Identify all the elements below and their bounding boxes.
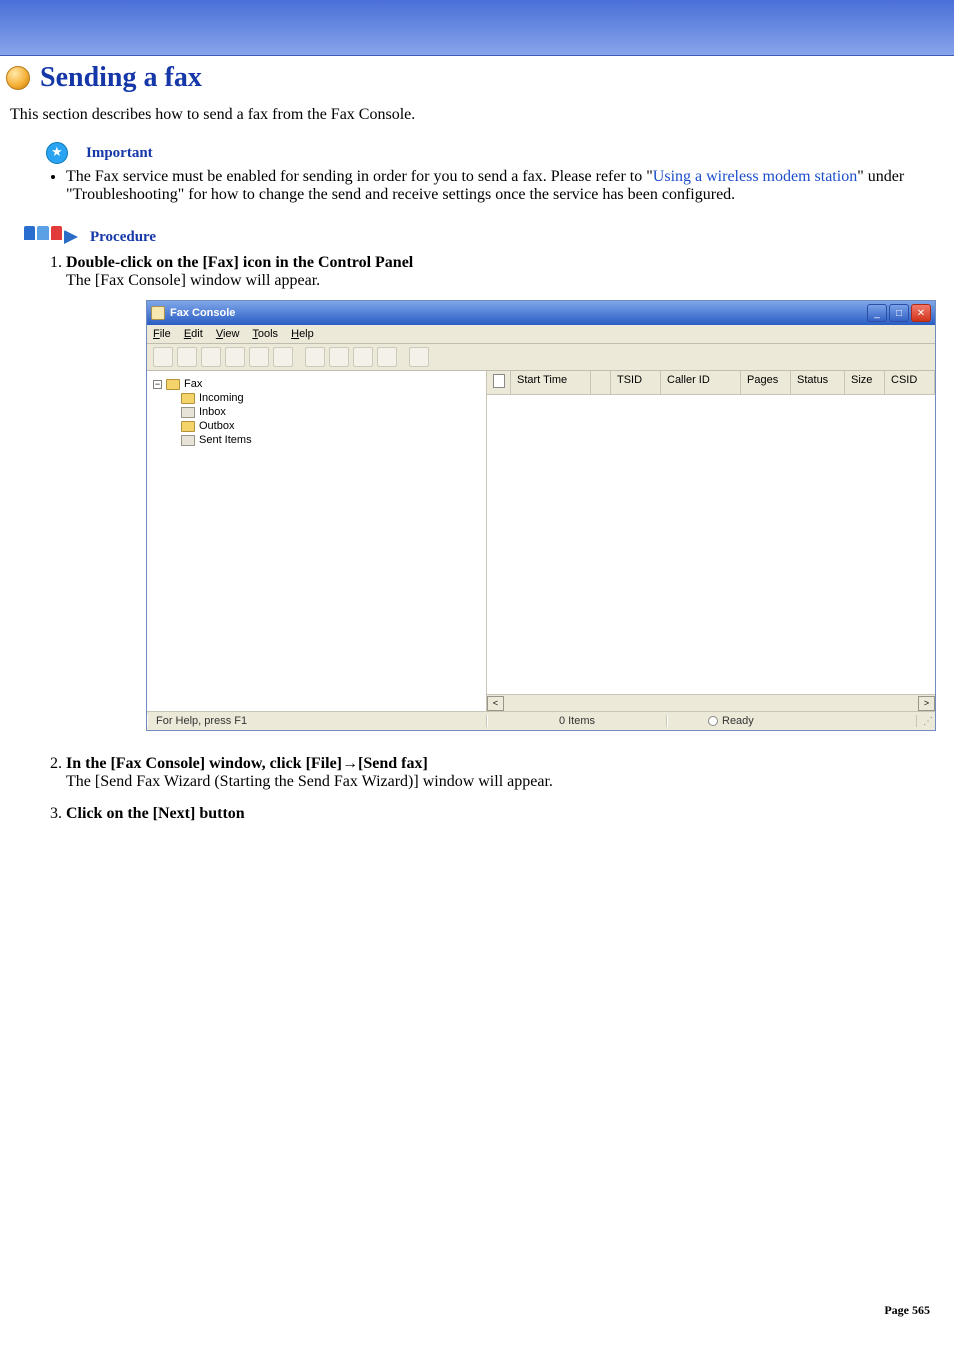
status-help: For Help, press F1 — [147, 715, 487, 727]
tree-inbox-label: Inbox — [199, 406, 226, 418]
folder-icon — [181, 393, 195, 404]
toolbar-btn-10[interactable] — [377, 347, 397, 367]
menu-edit[interactable]: Edit — [184, 328, 203, 340]
menu-file[interactable]: FFileile — [153, 328, 171, 340]
important-icon — [46, 142, 68, 164]
step-2-title: In the [Fax Console] window, click [File… — [66, 755, 428, 772]
page-footer: Page 565 — [10, 1303, 944, 1328]
folder-icon — [181, 421, 195, 432]
step-3-title: Click on the [Next] button — [66, 805, 245, 822]
app-icon — [151, 306, 165, 320]
list-pane: Start Time TSID Caller ID Pages Status S… — [487, 371, 935, 711]
section-bullet-icon — [6, 66, 30, 90]
toolbar-btn-6[interactable] — [273, 347, 293, 367]
status-items: 0 Items — [487, 715, 667, 727]
tree-root-label: Fax — [184, 378, 202, 390]
procedure-icon — [24, 226, 80, 248]
status-ready-label: Ready — [722, 715, 754, 727]
col-size[interactable]: Size — [845, 371, 885, 394]
tree-outbox-label: Outbox — [199, 420, 234, 432]
toolbar-btn-3[interactable] — [201, 347, 221, 367]
step-1-desc: The [Fax Console] window will appear. — [66, 272, 320, 289]
step-2: In the [Fax Console] window, click [File… — [66, 755, 944, 791]
tray-icon — [181, 435, 195, 446]
tree-incoming[interactable]: Incoming — [181, 391, 480, 405]
page-title: Sending a fax — [40, 62, 202, 94]
toolbar-btn-9[interactable] — [353, 347, 373, 367]
window-titlebar[interactable]: Fax Console _ □ ✕ — [147, 301, 935, 325]
status-bar: For Help, press F1 0 Items Ready ⋰ — [147, 711, 935, 730]
toolbar-btn-7[interactable] — [305, 347, 325, 367]
col-pages[interactable]: Pages — [741, 371, 791, 394]
menu-tools[interactable]: Tools — [252, 328, 278, 340]
col-sort[interactable] — [591, 371, 611, 394]
header-banner — [0, 0, 954, 56]
col-tsid[interactable]: TSID — [611, 371, 661, 394]
important-item: The Fax service must be enabled for send… — [66, 168, 944, 204]
scroll-left-icon[interactable]: < — [487, 696, 504, 711]
tray-icon — [181, 407, 195, 418]
menubar: FFileile Edit View Tools Help — [147, 325, 935, 344]
col-csid[interactable]: CSID — [885, 371, 935, 394]
maximize-button[interactable]: □ — [889, 304, 909, 322]
tree-inbox[interactable]: Inbox — [181, 405, 480, 419]
toolbar-btn-8[interactable] — [329, 347, 349, 367]
tree-sent-label: Sent Items — [199, 434, 252, 446]
toolbar — [147, 344, 935, 371]
scroll-right-icon[interactable]: > — [918, 696, 935, 711]
fax-console-window: Fax Console _ □ ✕ FFileile Edit View Too… — [146, 300, 936, 731]
horizontal-scrollbar[interactable]: < > — [487, 694, 935, 711]
tree-outbox[interactable]: Outbox — [181, 419, 480, 433]
col-caller-id[interactable]: Caller ID — [661, 371, 741, 394]
toolbar-btn-2[interactable] — [177, 347, 197, 367]
tree-root-fax[interactable]: − Fax — [153, 377, 480, 391]
intro-text: This section describes how to send a fax… — [10, 106, 944, 124]
ready-icon — [708, 716, 718, 726]
troubleshooting-link[interactable]: Using a wireless modem station — [653, 168, 857, 185]
step-1-title: Double-click on the [Fax] icon in the Co… — [66, 254, 413, 271]
menu-help[interactable]: Help — [291, 328, 314, 340]
minimize-button[interactable]: _ — [867, 304, 887, 322]
menu-view[interactable]: View — [216, 328, 240, 340]
status-ready: Ready — [667, 715, 917, 727]
col-doc[interactable] — [487, 371, 511, 394]
procedure-label: Procedure — [90, 229, 156, 246]
step-2-desc: The [Send Fax Wizard (Starting the Send … — [66, 773, 553, 790]
column-headers: Start Time TSID Caller ID Pages Status S… — [487, 371, 935, 395]
col-status[interactable]: Status — [791, 371, 845, 394]
tree-pane: − Fax Incoming Inbox Outbox Sent Items — [147, 371, 487, 711]
tree-collapse-icon[interactable]: − — [153, 380, 162, 389]
close-button[interactable]: ✕ — [911, 304, 931, 322]
step-1: Double-click on the [Fax] icon in the Co… — [66, 254, 944, 731]
resize-grip-icon[interactable]: ⋰ — [917, 714, 935, 729]
important-text-pre: The Fax service must be enabled for send… — [66, 168, 653, 185]
document-icon — [493, 374, 505, 388]
window-title: Fax Console — [170, 307, 235, 319]
toolbar-btn-4[interactable] — [225, 347, 245, 367]
col-start-time[interactable]: Start Time — [511, 371, 591, 394]
important-label: Important — [86, 145, 153, 162]
step-3: Click on the [Next] button — [66, 805, 944, 823]
tree-incoming-label: Incoming — [199, 392, 244, 404]
toolbar-btn-11[interactable] — [409, 347, 429, 367]
toolbar-btn-1[interactable] — [153, 347, 173, 367]
tree-sent[interactable]: Sent Items — [181, 433, 480, 447]
toolbar-btn-5[interactable] — [249, 347, 269, 367]
folder-icon — [166, 379, 180, 390]
list-body[interactable] — [487, 395, 935, 694]
